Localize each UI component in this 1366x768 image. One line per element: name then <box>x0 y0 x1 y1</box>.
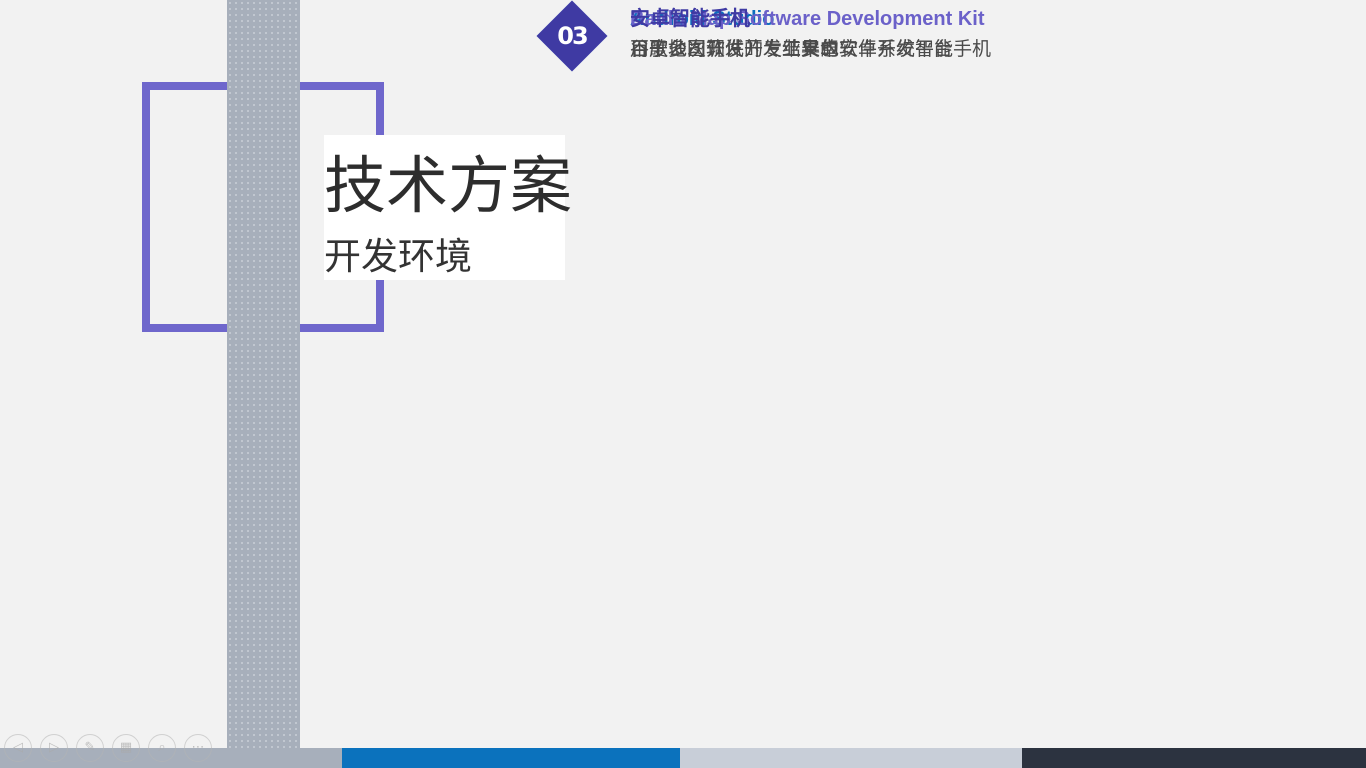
slide-subtitle: 开发环境 <box>324 235 472 278</box>
slideshow-controls: ◁ ▷ ✎ ▦ ⌕ ⋯ <box>4 734 212 764</box>
slide-title: 技术方案 <box>324 149 573 222</box>
list-item: 03 安卓智能手机 用于多次调试开发结果的安卓系统智能手机 <box>535 0 1055 72</box>
bottom-bar-segment <box>1022 748 1366 768</box>
pen-icon[interactable]: ✎ <box>76 734 104 762</box>
more-icon[interactable]: ⋯ <box>184 734 212 762</box>
slides-grid-icon[interactable]: ▦ <box>112 734 140 762</box>
item-description: 用于多次调试开发结果的安卓系统智能手机 <box>630 38 992 60</box>
previous-icon[interactable]: ◁ <box>4 734 32 762</box>
item-number: 03 <box>557 22 588 50</box>
item-title: 安卓智能手机 <box>630 8 750 30</box>
dotted-stripe <box>227 0 300 768</box>
zoom-icon[interactable]: ⌕ <box>148 734 176 762</box>
bottom-bar-segment <box>680 748 1022 768</box>
next-icon[interactable]: ▷ <box>40 734 68 762</box>
bottom-bar-segment <box>342 748 680 768</box>
